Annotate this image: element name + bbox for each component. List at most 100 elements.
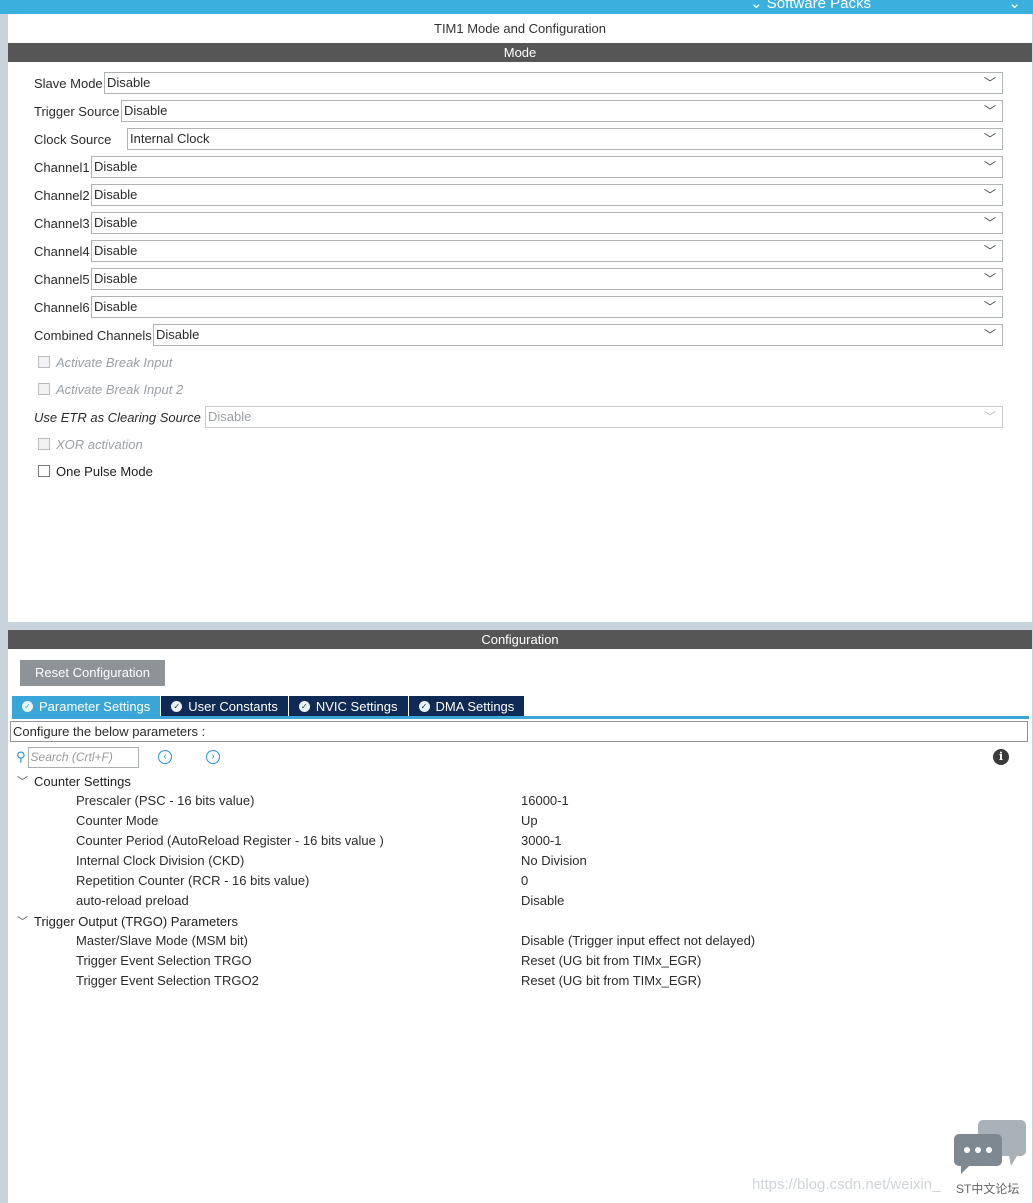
- param-name: Trigger Event Selection TRGO: [76, 953, 252, 968]
- check-circle-icon: ✓: [22, 701, 33, 712]
- checkbox-box: [38, 438, 50, 450]
- etr-label: Use ETR as Clearing Source: [34, 409, 201, 425]
- counter-settings-group[interactable]: ﹀ Counter Settings: [17, 771, 131, 791]
- trigger-source-label: Trigger Source: [34, 103, 120, 119]
- search-bar: ⚲ Search (Crtl+F): [16, 746, 139, 768]
- one-pulse-mode-label: One Pulse Mode: [56, 463, 153, 479]
- channel4-label: Channel4: [34, 243, 90, 259]
- group-label: Trigger Output (TRGO) Parameters: [34, 913, 238, 929]
- search-icon: ⚲: [16, 749, 26, 764]
- channel1-label: Channel1: [34, 159, 90, 175]
- channel6-label: Channel6: [34, 299, 90, 315]
- channel3-label: Channel3: [34, 215, 90, 231]
- check-circle-icon: ✓: [171, 701, 183, 712]
- param-value[interactable]: 16000-1: [521, 791, 569, 811]
- software-packs-label: Software Packs: [766, 0, 871, 12]
- param-value[interactable]: Reset (UG bit from TIMx_EGR): [521, 951, 701, 971]
- tab-underline: [12, 716, 1029, 719]
- software-packs-menu[interactable]: ⌄ Software Packs: [750, 0, 871, 12]
- channel1-select[interactable]: Disable ﹀: [91, 156, 1003, 178]
- param-name: Repetition Counter (RCR - 16 bits value): [76, 873, 310, 888]
- previous-match-icon[interactable]: ‹: [158, 750, 172, 764]
- combined-channels-row: Combined Channels: [34, 324, 155, 346]
- activate-break-input-2-label: Activate Break Input 2: [56, 381, 184, 397]
- chevron-down-icon[interactable]: ⌄: [1008, 0, 1021, 12]
- chevron-down-icon: ﹀: [983, 76, 996, 90]
- info-icon[interactable]: i: [993, 749, 1009, 765]
- channel5-value: Disable: [94, 271, 138, 286]
- config-tabs: ✓ Parameter Settings ✓ User Constants ✓ …: [12, 696, 525, 717]
- chat-bubble-icon: [954, 1120, 1026, 1174]
- chevron-down-icon: ﹀: [983, 272, 996, 286]
- channel2-label: Channel2: [34, 187, 90, 203]
- checkbox-box: [38, 356, 50, 368]
- slave-mode-select[interactable]: Disable ﹀: [104, 72, 1003, 94]
- section-divider[interactable]: [8, 622, 1032, 630]
- panel-title: TIM1 Mode and Configuration: [434, 21, 606, 36]
- xor-activation-label: XOR activation: [56, 436, 143, 452]
- chevron-down-icon: ﹀: [983, 188, 996, 202]
- param-value[interactable]: 0: [521, 871, 528, 891]
- param-value[interactable]: 3000-1: [521, 831, 561, 851]
- chevron-down-icon: ﹀: [17, 776, 28, 788]
- slave-mode-label: Slave Mode: [34, 75, 103, 91]
- clock-source-value: Internal Clock: [130, 131, 210, 146]
- channel4-select[interactable]: Disable ﹀: [91, 240, 1003, 262]
- param-name: auto-reload preload: [76, 893, 189, 908]
- param-value[interactable]: Reset (UG bit from TIMx_EGR): [521, 971, 701, 991]
- channel6-select[interactable]: Disable ﹀: [91, 296, 1003, 318]
- trigger-source-value: Disable: [124, 103, 168, 118]
- chevron-down-icon: ﹀: [983, 300, 996, 314]
- etr-value: Disable: [208, 409, 252, 424]
- forum-label: ST中文论坛: [956, 1182, 1020, 1196]
- activate-break-input-label: Activate Break Input: [56, 354, 173, 370]
- channel1-row: Channel1: [34, 156, 93, 178]
- one-pulse-mode-checkbox[interactable]: One Pulse Mode: [38, 463, 153, 479]
- search-input[interactable]: Search (Crtl+F): [27, 746, 139, 768]
- mode-section: Slave Mode Disable ﹀ Trigger Source Disa…: [8, 62, 1032, 622]
- channel6-value: Disable: [94, 299, 138, 314]
- configuration-header: Configuration: [8, 630, 1032, 649]
- param-value[interactable]: Disable: [521, 891, 564, 911]
- chevron-down-icon: ﹀: [983, 410, 996, 424]
- channel2-select[interactable]: Disable ﹀: [91, 184, 1003, 206]
- activate-break-input-2-checkbox[interactable]: Activate Break Input 2: [38, 381, 183, 397]
- tab-dma-settings[interactable]: ✓ DMA Settings: [408, 696, 525, 717]
- channel3-value: Disable: [94, 215, 138, 230]
- param-name: Counter Mode: [76, 813, 159, 828]
- reset-configuration-button[interactable]: Reset Configuration: [20, 660, 165, 686]
- checkbox-box: [38, 383, 50, 395]
- channel5-select[interactable]: Disable ﹀: [91, 268, 1003, 290]
- slave-mode-value: Disable: [107, 75, 151, 90]
- trigger-output-group[interactable]: ﹀ Trigger Output (TRGO) Parameters: [17, 911, 238, 931]
- tab-label: DMA Settings: [435, 699, 515, 714]
- group-label: Counter Settings: [34, 773, 131, 789]
- param-value[interactable]: Disable (Trigger input effect not delaye…: [521, 931, 755, 951]
- channel4-row: Channel4: [34, 240, 93, 262]
- channel1-value: Disable: [94, 159, 138, 174]
- watermark-url: https://blog.csdn.net/weixin_: [752, 1176, 941, 1193]
- trigger-source-select[interactable]: Disable ﹀: [121, 100, 1003, 122]
- top-bar: ⌄ Software Packs ⌄: [0, 0, 1033, 14]
- next-match-icon[interactable]: ›: [206, 750, 220, 764]
- xor-activation-checkbox[interactable]: XOR activation: [38, 436, 143, 452]
- tab-parameter-settings[interactable]: ✓ Parameter Settings: [12, 696, 161, 717]
- channel5-row: Channel5: [34, 268, 93, 290]
- tab-label: NVIC Settings: [315, 699, 398, 714]
- checkbox-box: [38, 465, 50, 477]
- activate-break-input-checkbox[interactable]: Activate Break Input: [38, 354, 172, 370]
- param-value[interactable]: Up: [521, 811, 538, 831]
- channel4-value: Disable: [94, 243, 138, 258]
- etr-select[interactable]: Disable ﹀: [205, 406, 1003, 428]
- tab-user-constants[interactable]: ✓ User Constants: [161, 696, 288, 717]
- tab-nvic-settings[interactable]: ✓ NVIC Settings: [288, 696, 408, 717]
- channel3-row: Channel3: [34, 212, 93, 234]
- trigger-source-row: Trigger Source: [34, 100, 123, 122]
- chevron-down-icon: ﹀: [17, 916, 28, 928]
- param-value[interactable]: No Division: [521, 851, 587, 871]
- channel2-row: Channel2: [34, 184, 93, 206]
- param-name: Master/Slave Mode (MSM bit): [76, 933, 248, 948]
- combined-channels-select[interactable]: Disable ﹀: [153, 324, 1003, 346]
- clock-source-select[interactable]: Internal Clock ﹀: [127, 128, 1003, 150]
- channel3-select[interactable]: Disable ﹀: [91, 212, 1003, 234]
